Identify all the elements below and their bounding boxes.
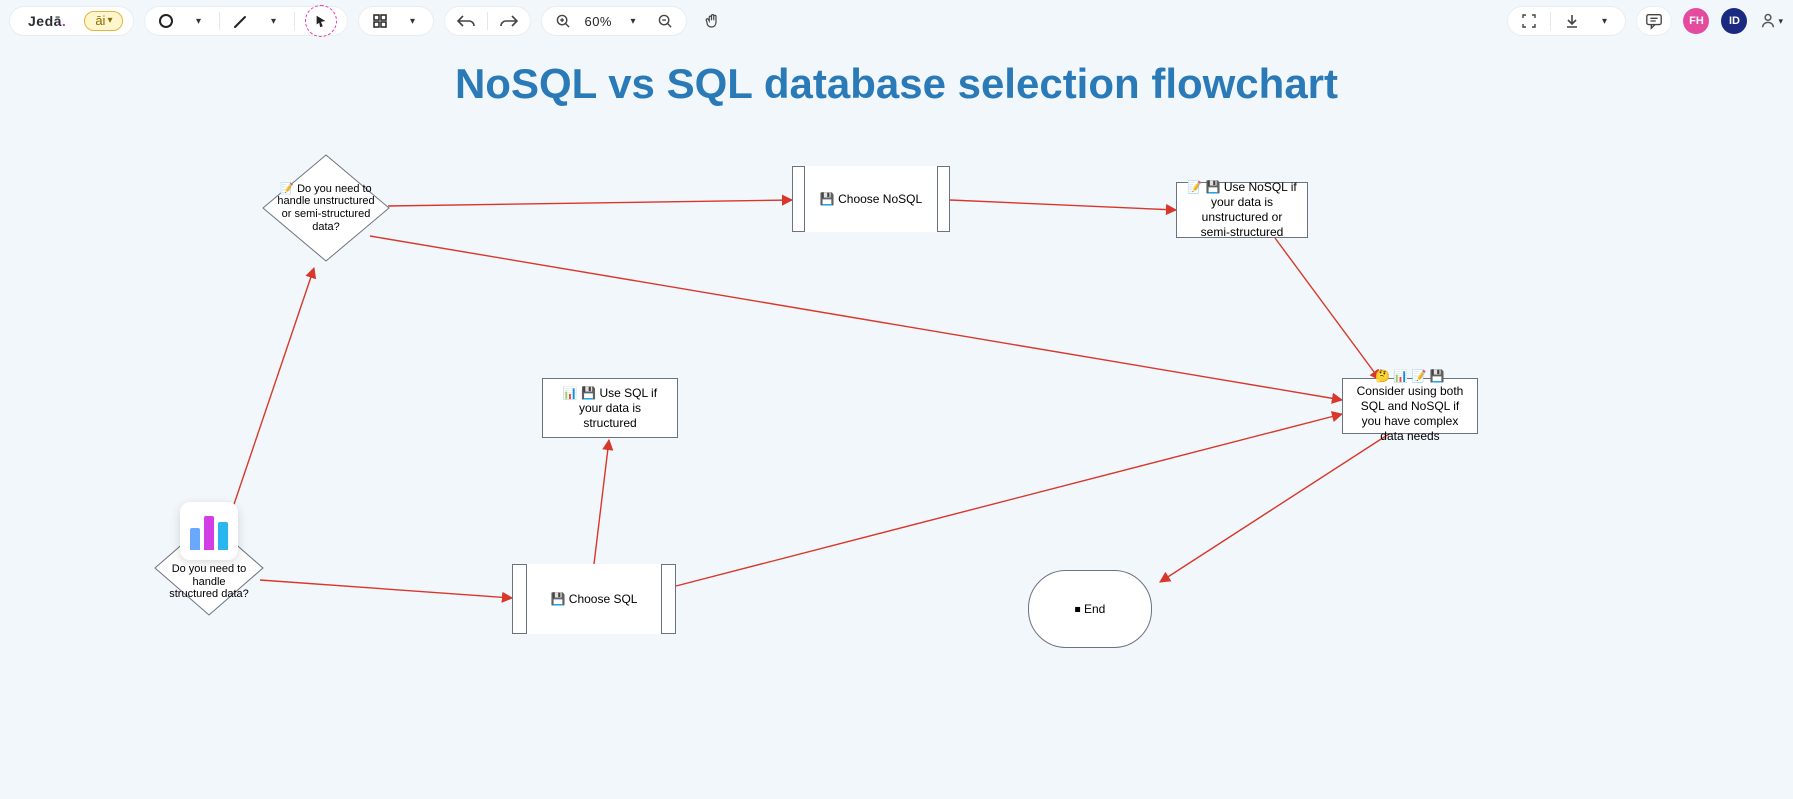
- selector-active-ring: [305, 5, 337, 37]
- avatar-fh[interactable]: FH: [1683, 8, 1709, 34]
- avatar-id[interactable]: ID: [1721, 8, 1747, 34]
- shape-tool-icon[interactable]: [155, 10, 177, 32]
- process-choose-sql[interactable]: 💾 Choose SQL: [512, 564, 676, 634]
- frame-select-icon[interactable]: [1518, 10, 1540, 32]
- comment-group: [1637, 7, 1671, 35]
- process-choose-nosql[interactable]: 💾 Choose NoSQL: [792, 166, 950, 232]
- process-choose-nosql-label: 💾 Choose NoSQL: [820, 192, 922, 206]
- shape-caret-icon[interactable]: ▾: [187, 10, 209, 32]
- undo-icon[interactable]: [455, 10, 477, 32]
- pan-hand-icon[interactable]: [702, 10, 724, 32]
- zoom-out-icon[interactable]: [654, 10, 676, 32]
- user-menu-icon[interactable]: ▾: [1759, 10, 1783, 32]
- comment-icon[interactable]: [1643, 10, 1665, 32]
- ai-dropdown[interactable]: āi▾: [84, 11, 123, 31]
- process-choose-sql-label: 💾 Choose SQL: [551, 592, 638, 606]
- decision-unstructured[interactable]: 📝 Do you need to handle unstructured or …: [262, 154, 390, 262]
- draw-tools-group: ▾ ▾: [145, 7, 347, 35]
- note-use-nosql[interactable]: 📝 💾 Use NoSQL if your data is unstructur…: [1176, 182, 1308, 238]
- download-caret-icon[interactable]: ▾: [1593, 10, 1615, 32]
- diagram-edges: [0, 0, 1793, 799]
- zoom-caret-icon[interactable]: ▾: [622, 10, 644, 32]
- layout-tools-group: ▾: [359, 7, 433, 35]
- zoom-group: 60% ▾: [542, 7, 686, 35]
- redo-icon[interactable]: [498, 10, 520, 32]
- cursor-tool-icon[interactable]: [310, 10, 332, 32]
- download-icon[interactable]: [1561, 10, 1583, 32]
- app-logo: Jedā.: [20, 13, 74, 29]
- ai-label: āi: [95, 13, 105, 28]
- note-both[interactable]: 🤔 📊 📝 💾 Consider using both SQL and NoSQ…: [1342, 378, 1478, 434]
- decision-structured-label: Do you need to handle structured data?: [168, 563, 250, 601]
- note-both-label: 🤔 📊 📝 💾 Consider using both SQL and NoSQ…: [1352, 369, 1468, 444]
- zoom-percent[interactable]: 60%: [584, 14, 612, 29]
- note-use-sql-label: 📊 💾 Use SQL if your data is structured: [552, 386, 668, 431]
- diagram-canvas: NoSQL vs SQL database selection flowchar…: [0, 0, 1793, 799]
- grid-tool-icon[interactable]: [369, 10, 391, 32]
- pen-caret-icon[interactable]: ▾: [262, 10, 284, 32]
- note-use-nosql-label: 📝 💾 Use NoSQL if your data is unstructur…: [1186, 180, 1298, 240]
- decision-structured[interactable]: Do you need to handle structured data?: [154, 520, 264, 616]
- grid-caret-icon[interactable]: ▾: [401, 10, 423, 32]
- pen-tool-icon[interactable]: [230, 10, 252, 32]
- zoom-in-icon[interactable]: [552, 10, 574, 32]
- decision-unstructured-label: 📝 Do you need to handle unstructured or …: [276, 183, 376, 234]
- terminator-end[interactable]: ⏹ End: [1028, 570, 1152, 648]
- diagram-title: NoSQL vs SQL database selection flowchar…: [0, 60, 1793, 108]
- note-use-sql[interactable]: 📊 💾 Use SQL if your data is structured: [542, 378, 678, 438]
- logo-group: Jedā. āi▾: [10, 7, 133, 35]
- history-group: [445, 7, 530, 35]
- export-group: ▾: [1508, 7, 1625, 35]
- terminator-end-label: ⏹ End: [1075, 602, 1106, 617]
- top-toolbar: Jedā. āi▾ ▾ ▾ ▾: [10, 6, 1783, 36]
